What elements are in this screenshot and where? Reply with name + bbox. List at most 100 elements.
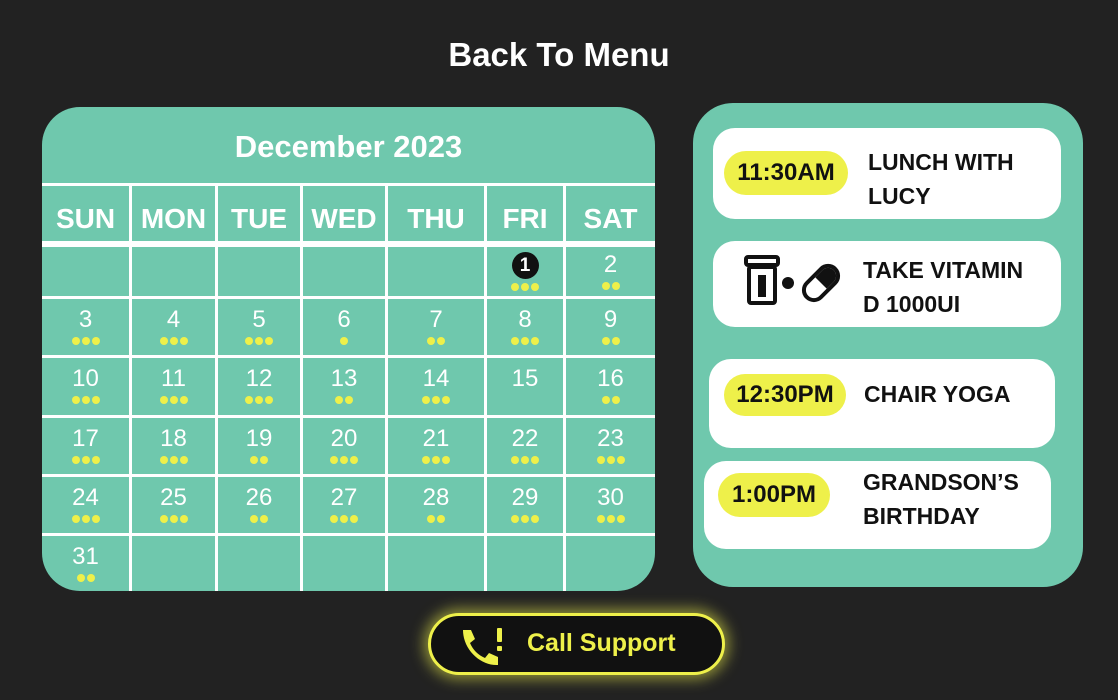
event-dot xyxy=(250,515,258,523)
event-dot xyxy=(245,396,253,404)
calendar-day-9[interactable]: 9 xyxy=(566,307,655,345)
event-title-line: D 1000UI xyxy=(863,291,961,317)
calendar-day-1[interactable]: 1 xyxy=(487,252,563,291)
event-time-badge: 12:30PM xyxy=(724,374,846,416)
day-number: 15 xyxy=(511,365,539,392)
event-dot xyxy=(531,515,539,523)
day-number: 4 xyxy=(166,306,181,333)
event-dot xyxy=(265,337,273,345)
event-dot xyxy=(179,456,188,464)
event-dot xyxy=(531,283,539,291)
calendar-day-11[interactable]: 11 xyxy=(132,366,215,404)
event-title: LUNCH WITH LUCY xyxy=(868,145,1014,213)
event-title-line: LUCY xyxy=(868,183,931,209)
event-dots xyxy=(303,396,385,404)
event-dots xyxy=(132,456,215,464)
call-support-button[interactable]: Call Support xyxy=(428,613,725,675)
event-dots xyxy=(566,337,655,345)
event-dot xyxy=(71,515,80,523)
event-dots xyxy=(566,396,655,404)
calendar-day-6[interactable]: 6 xyxy=(303,307,385,345)
calendar-day-15[interactable]: 15 xyxy=(487,366,563,396)
calendar-day-22[interactable]: 22 xyxy=(487,426,563,464)
event-dot xyxy=(350,515,358,523)
calendar-day-31[interactable]: 31 xyxy=(42,544,129,582)
back-to-menu-button[interactable]: Back To Menu xyxy=(0,36,1118,74)
day-number: 16 xyxy=(597,365,624,392)
event-dot xyxy=(422,396,430,404)
event-dot xyxy=(531,456,539,464)
event-dot xyxy=(179,337,188,345)
event-card[interactable]: 1:00PM GRANDSON’S BIRTHDAY xyxy=(704,461,1051,549)
event-dot xyxy=(169,396,178,404)
calendar-day-4[interactable]: 4 xyxy=(132,307,215,345)
event-dot xyxy=(427,515,435,523)
event-dot xyxy=(422,456,430,464)
event-dot xyxy=(169,456,178,464)
calendar-day-10[interactable]: 10 xyxy=(42,366,129,404)
event-dot xyxy=(427,337,435,345)
event-dots xyxy=(303,456,385,464)
event-dot xyxy=(159,456,168,464)
calendar-day-26[interactable]: 26 xyxy=(218,485,300,523)
day-number: 29 xyxy=(511,484,539,511)
event-title-line: LUNCH WITH xyxy=(868,149,1014,175)
event-dot xyxy=(169,515,178,523)
event-dot xyxy=(611,396,620,404)
event-dot xyxy=(250,456,258,464)
event-dots xyxy=(218,456,300,464)
event-card[interactable]: 11:30AM LUNCH WITH LUCY xyxy=(713,128,1061,219)
calendar-day-8[interactable]: 8 xyxy=(487,307,563,345)
event-time-badge: 1:00PM xyxy=(718,473,830,517)
calendar-day-18[interactable]: 18 xyxy=(132,426,215,464)
event-dot xyxy=(437,515,445,523)
calendar-day-14[interactable]: 14 xyxy=(388,366,484,404)
calendar-day-7[interactable]: 7 xyxy=(388,307,484,345)
event-title-line: CHAIR YOGA xyxy=(864,381,1011,407)
events-panel: 11:30AM LUNCH WITH LUCY TAKE VITAMIN D 1… xyxy=(693,103,1083,587)
event-dot xyxy=(340,456,348,464)
day-number: 18 xyxy=(160,425,187,452)
day-number: 27 xyxy=(330,484,358,511)
calendar-day-12[interactable]: 12 xyxy=(218,366,300,404)
calendar-day-17[interactable]: 17 xyxy=(42,426,129,464)
event-dots xyxy=(132,396,215,404)
event-title-line: GRANDSON’S xyxy=(863,469,1019,495)
calendar-day-23[interactable]: 23 xyxy=(566,426,655,464)
event-title: GRANDSON’S BIRTHDAY xyxy=(863,465,1019,533)
event-dot xyxy=(255,337,263,345)
event-dots xyxy=(487,283,563,291)
event-dot xyxy=(71,456,80,464)
event-card[interactable]: 12:30PM CHAIR YOGA xyxy=(709,359,1055,448)
event-dot xyxy=(159,515,168,523)
calendar-day-3[interactable]: 3 xyxy=(42,307,129,345)
event-dots xyxy=(132,337,215,345)
event-time-badge: 11:30AM xyxy=(724,151,848,195)
calendar-day-24[interactable]: 24 xyxy=(42,485,129,523)
calendar-day-13[interactable]: 13 xyxy=(303,366,385,404)
event-dot xyxy=(91,456,100,464)
calendar-day-28[interactable]: 28 xyxy=(388,485,484,523)
event-dots xyxy=(388,515,484,523)
event-dot xyxy=(596,456,605,464)
calendar-day-2[interactable]: 2 xyxy=(566,252,655,290)
event-dot xyxy=(81,515,90,523)
event-dot xyxy=(330,456,338,464)
calendar-day-25[interactable]: 25 xyxy=(132,485,215,523)
calendar-day-27[interactable]: 27 xyxy=(303,485,385,523)
event-dot xyxy=(350,456,358,464)
calendar-day-5[interactable]: 5 xyxy=(218,307,300,345)
calendar-day-19[interactable]: 19 xyxy=(218,426,300,464)
event-dot xyxy=(521,337,529,345)
calendar-day-16[interactable]: 16 xyxy=(566,366,655,404)
event-dot xyxy=(596,515,605,523)
day-number: 26 xyxy=(245,484,273,511)
event-dot xyxy=(91,337,100,345)
calendar-day-21[interactable]: 21 xyxy=(388,426,484,464)
event-card[interactable]: TAKE VITAMIN D 1000UI xyxy=(713,241,1061,327)
calendar-day-29[interactable]: 29 xyxy=(487,485,563,523)
event-dot xyxy=(159,396,168,404)
calendar-day-30[interactable]: 30 xyxy=(566,485,655,523)
calendar-day-20[interactable]: 20 xyxy=(303,426,385,464)
day-number: 7 xyxy=(429,306,443,333)
